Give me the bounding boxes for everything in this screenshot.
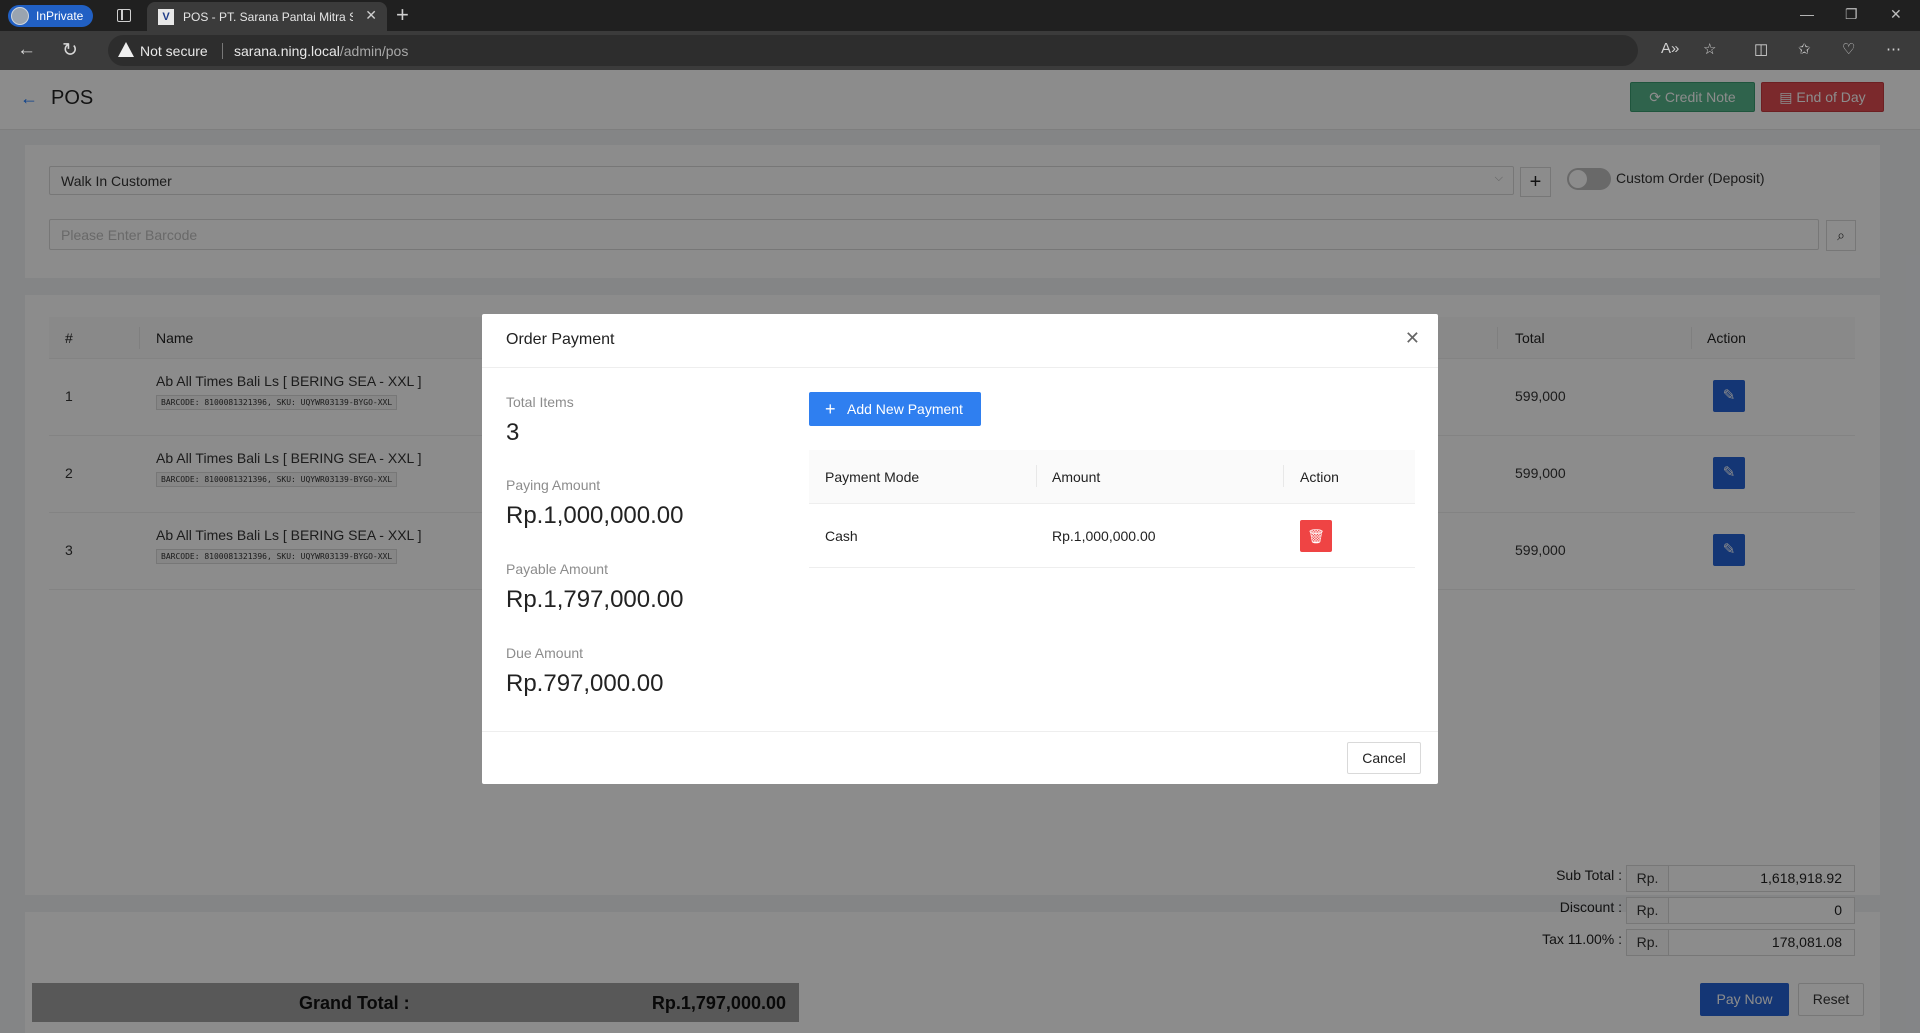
read-aloud-icon[interactable]: A»	[1661, 40, 1679, 57]
url-path: /admin/pos	[339, 43, 409, 59]
favorite-star-icon[interactable]: ☆	[1703, 40, 1716, 58]
browser-tab-pos[interactable]: V POS - PT. Sarana Pantai Mitra Se... ✕	[147, 2, 387, 31]
col-payment-action: Action	[1300, 469, 1339, 485]
browser-tab-bar: InPrivate V POS - PT. Sarana Pantai Mitr…	[0, 0, 1920, 31]
trash-icon[interactable]: 🗑	[1300, 520, 1332, 552]
split-screen-icon[interactable]: ◫	[1754, 40, 1768, 58]
cancel-button[interactable]: Cancel	[1347, 742, 1421, 774]
not-secure-label: Not secure	[140, 43, 208, 59]
url-text: sarana.ning.local/admin/pos	[234, 43, 408, 59]
col-amount: Amount	[1052, 469, 1101, 485]
payment-mode: Cash	[825, 528, 858, 544]
modal-header: Order Payment ✕	[482, 314, 1438, 368]
more-menu-icon[interactable]: ⋯	[1886, 40, 1901, 58]
paying-amount-label: Paying Amount	[506, 477, 601, 493]
payable-amount-label: Payable Amount	[506, 561, 608, 577]
refresh-icon[interactable]: ↻	[62, 39, 78, 62]
profile-avatar	[11, 7, 29, 25]
add-new-payment-button[interactable]: + Add New Payment	[809, 392, 981, 426]
inprivate-badge[interactable]: InPrivate	[8, 5, 94, 27]
payment-table-header: Payment Mode Amount Action	[809, 450, 1415, 504]
col-divider	[1036, 465, 1037, 487]
minimize-icon[interactable]: —	[1800, 6, 1814, 22]
browser-address-bar: ← ↻ Not secure sarana.ning.local/admin/p…	[0, 31, 1920, 70]
payment-amount: Rp.1,000,000.00	[1052, 528, 1156, 544]
paying-amount-value: Rp.1,000,000.00	[506, 502, 684, 529]
tab-title: POS - PT. Sarana Pantai Mitra Se...	[183, 10, 353, 24]
warning-icon	[118, 42, 134, 57]
tab-close-icon[interactable]: ✕	[365, 7, 377, 24]
modal-title: Order Payment	[506, 331, 615, 348]
due-amount-label: Due Amount	[506, 645, 584, 661]
url-host: sarana.ning.local	[234, 43, 340, 59]
back-icon[interactable]: ←	[17, 39, 36, 61]
payment-row: Cash Rp.1,000,000.00 🗑	[809, 504, 1415, 568]
plus-icon: +	[825, 399, 836, 419]
restore-icon[interactable]: ❐	[1845, 6, 1858, 23]
inprivate-label: InPrivate	[36, 9, 84, 23]
payable-amount-value: Rp.1,797,000.00	[506, 586, 684, 613]
total-items-label: Total Items	[506, 394, 574, 410]
browser-essentials-icon[interactable]: ♡	[1842, 40, 1855, 58]
site-favicon-icon: V	[158, 9, 174, 25]
window-close-icon[interactable]: ✕	[1890, 6, 1902, 23]
favorites-icon[interactable]: ✩	[1798, 40, 1811, 58]
due-amount-value: Rp.797,000.00	[506, 670, 664, 697]
tab-actions-icon[interactable]	[117, 9, 131, 22]
omnibox-divider	[222, 43, 223, 59]
new-tab-icon[interactable]: +	[396, 3, 409, 27]
omnibox[interactable]: Not secure sarana.ning.local/admin/pos	[108, 35, 1638, 66]
total-items-value: 3	[506, 419, 520, 446]
col-payment-mode: Payment Mode	[825, 469, 920, 485]
order-payment-modal: Order Payment ✕ Total Items 3 Paying Amo…	[482, 314, 1438, 784]
col-divider	[1283, 465, 1284, 487]
close-icon[interactable]: ✕	[1405, 328, 1420, 349]
add-new-payment-label: Add New Payment	[847, 401, 963, 417]
modal-footer: Cancel	[482, 731, 1438, 784]
